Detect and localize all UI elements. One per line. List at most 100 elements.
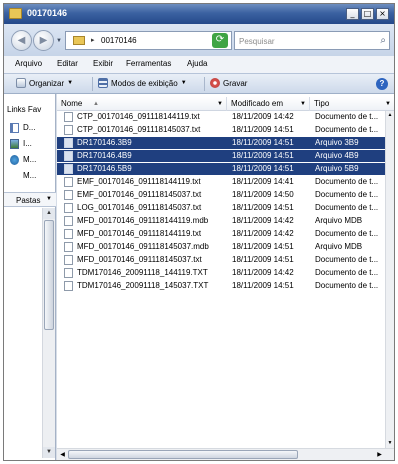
documents-icon bbox=[10, 122, 19, 133]
file-icon bbox=[64, 255, 73, 265]
organize-icon bbox=[16, 78, 26, 88]
file-row[interactable]: LOG_00170146_091118145037.txt 18/11/2009 … bbox=[57, 202, 385, 214]
menu-editar[interactable]: Editar bbox=[57, 59, 78, 68]
column-header-name[interactable]: Nome ▲ ▼ bbox=[57, 97, 227, 111]
file-type: Documento de t... bbox=[315, 268, 379, 277]
file-modified: 18/11/2009 14:42 bbox=[232, 216, 294, 225]
file-row[interactable]: CTP_00170146_091118145037.txt 18/11/2009 … bbox=[57, 124, 385, 136]
file-row[interactable]: TDM170146_20091118_144119.TXT 18/11/2009 … bbox=[57, 267, 385, 279]
file-type: Documento de t... bbox=[315, 177, 379, 186]
file-name: MFD_00170146_091118144119.mdb bbox=[77, 216, 209, 225]
file-modified: 18/11/2009 14:42 bbox=[232, 112, 294, 121]
menu-arquivo[interactable]: Arquivo bbox=[15, 59, 42, 68]
refresh-button[interactable]: ⟳ bbox=[212, 33, 228, 48]
favorite-link-images[interactable]: I... bbox=[10, 137, 54, 150]
menu-ferramentas[interactable]: Ferramentas bbox=[126, 59, 171, 68]
menu-exibir[interactable]: Exibir bbox=[93, 59, 113, 68]
folder-icon bbox=[9, 8, 22, 19]
scroll-down-icon[interactable]: ▼ bbox=[386, 439, 394, 448]
file-icon bbox=[64, 125, 73, 135]
recent-pages-dropdown[interactable]: ▼ bbox=[56, 38, 62, 44]
favorite-link-documents[interactable]: D... bbox=[10, 121, 54, 134]
file-row[interactable]: MFD_00170146_091118145037.txt 18/11/2009 … bbox=[57, 254, 385, 266]
scroll-up-icon[interactable]: ▲ bbox=[386, 111, 394, 120]
breadcrumb-arrow-icon[interactable]: ▸ bbox=[91, 36, 95, 44]
chevron-down-icon[interactable]: ▼ bbox=[385, 97, 391, 111]
file-type: Documento de t... bbox=[315, 125, 379, 134]
file-row[interactable]: DR170146.3B9 18/11/2009 14:51 Arquivo 3B9 bbox=[57, 137, 385, 149]
file-name: LOG_00170146_091118145037.txt bbox=[77, 203, 202, 212]
file-icon bbox=[64, 268, 73, 278]
scroll-down-icon[interactable]: ▼ bbox=[43, 447, 55, 458]
scroll-right-icon[interactable]: ▶ bbox=[375, 450, 384, 460]
file-name: EMF_00170146_091118145037.txt bbox=[77, 190, 202, 199]
scroll-up-icon[interactable]: ▲ bbox=[43, 208, 55, 219]
search-icon[interactable]: ⌕ bbox=[380, 35, 386, 46]
file-row[interactable]: TDM170146_20091118_145037.TXT 18/11/2009 … bbox=[57, 280, 385, 292]
file-row[interactable]: MFD_00170146_091118144119.mdb 18/11/2009 … bbox=[57, 215, 385, 227]
file-modified: 18/11/2009 14:51 bbox=[232, 255, 294, 264]
scroll-left-icon[interactable]: ◀ bbox=[58, 450, 67, 460]
file-type: Documento de t... bbox=[315, 255, 379, 264]
file-row[interactable]: DR170146.4B9 18/11/2009 14:51 Arquivo 4B9 bbox=[57, 150, 385, 162]
command-toolbar: Organizar ▼ Modos de exibição ▼ Gravar ? bbox=[4, 73, 394, 94]
file-icon bbox=[64, 190, 73, 200]
folder-icon bbox=[73, 36, 85, 45]
column-header-type[interactable]: Tipo ▼ bbox=[310, 97, 394, 111]
minimize-button[interactable]: _ bbox=[346, 8, 359, 20]
file-row[interactable]: CTP_00170146_091118144119.txt 18/11/2009 … bbox=[57, 111, 385, 123]
disc-icon bbox=[210, 78, 220, 88]
column-header-modified[interactable]: Modificado em ▼ bbox=[227, 97, 310, 111]
file-name: DR170146.3B9 bbox=[77, 138, 132, 147]
title-bar[interactable]: 00170146 _ □ × bbox=[4, 4, 394, 24]
file-icon bbox=[64, 229, 73, 239]
window-title: 00170146 bbox=[27, 8, 68, 18]
favorite-link-more[interactable]: M... bbox=[10, 169, 54, 182]
organize-button[interactable]: Organizar ▼ bbox=[16, 78, 73, 88]
navigation-pane: Links Fav D... I... M... M... Pastas ▼ ▲… bbox=[4, 94, 56, 460]
chevron-down-icon[interactable]: ▼ bbox=[300, 97, 306, 111]
chevron-down-icon[interactable]: ▼ bbox=[217, 97, 223, 111]
folders-scrollbar[interactable]: ▲ ▼ bbox=[42, 208, 55, 458]
help-icon[interactable]: ? bbox=[376, 78, 388, 90]
file-name: DR170146.5B9 bbox=[77, 164, 132, 173]
file-modified: 18/11/2009 14:42 bbox=[232, 229, 294, 238]
file-type: Documento de t... bbox=[315, 112, 379, 121]
maximize-button[interactable]: □ bbox=[361, 8, 374, 20]
file-name: CTP_00170146_091118145037.txt bbox=[77, 125, 201, 134]
pictures-icon bbox=[10, 138, 19, 149]
folders-label: Pastas bbox=[16, 196, 41, 205]
column-modified-label: Modificado em bbox=[231, 99, 284, 108]
file-name: MFD_00170146_091118144119.txt bbox=[77, 229, 202, 238]
back-button[interactable]: ◀ bbox=[11, 30, 32, 51]
file-row[interactable]: EMF_00170146_091118144119.txt 18/11/2009 … bbox=[57, 176, 385, 188]
close-button[interactable]: × bbox=[376, 8, 389, 20]
menu-ajuda[interactable]: Ajuda bbox=[187, 59, 207, 68]
views-button[interactable]: Modos de exibição ▼ bbox=[98, 78, 187, 88]
favorite-link-music[interactable]: M... bbox=[10, 153, 54, 166]
file-icon bbox=[64, 177, 73, 187]
vertical-scrollbar[interactable]: ▲ ▼ bbox=[385, 111, 394, 448]
favorite-link-label: M... bbox=[23, 155, 37, 164]
file-row[interactable]: MFD_00170146_091118144119.txt 18/11/2009 … bbox=[57, 228, 385, 240]
burn-button[interactable]: Gravar bbox=[210, 78, 247, 88]
folders-toggle[interactable]: Pastas ▼ bbox=[4, 192, 56, 207]
scrollbar-thumb[interactable] bbox=[44, 220, 54, 330]
column-name-label: Nome bbox=[61, 99, 83, 108]
file-modified: 18/11/2009 14:51 bbox=[232, 164, 294, 173]
address-path: 00170146 bbox=[101, 36, 137, 45]
file-row[interactable]: MFD_00170146_091118145037.mdb 18/11/2009 … bbox=[57, 241, 385, 253]
horizontal-scrollbar[interactable]: ◀ ▶ bbox=[57, 448, 394, 460]
search-input[interactable]: Pesquisar ⌕ bbox=[234, 31, 390, 50]
file-row[interactable]: EMF_00170146_091118145037.txt 18/11/2009 … bbox=[57, 189, 385, 201]
forward-button[interactable]: ▶ bbox=[33, 30, 54, 51]
scrollbar-thumb[interactable] bbox=[68, 450, 298, 459]
favorite-link-label: I... bbox=[23, 139, 32, 148]
file-icon bbox=[64, 151, 73, 161]
music-icon bbox=[10, 154, 19, 165]
file-type: Arquivo MDB bbox=[315, 216, 363, 225]
sort-ascending-icon: ▲ bbox=[93, 101, 99, 107]
file-name: MFD_00170146_091118145037.mdb bbox=[77, 242, 209, 251]
address-bar[interactable]: ▸ 00170146 ▼ bbox=[65, 31, 232, 50]
file-row[interactable]: DR170146.5B9 18/11/2009 14:51 Arquivo 5B9 bbox=[57, 163, 385, 175]
